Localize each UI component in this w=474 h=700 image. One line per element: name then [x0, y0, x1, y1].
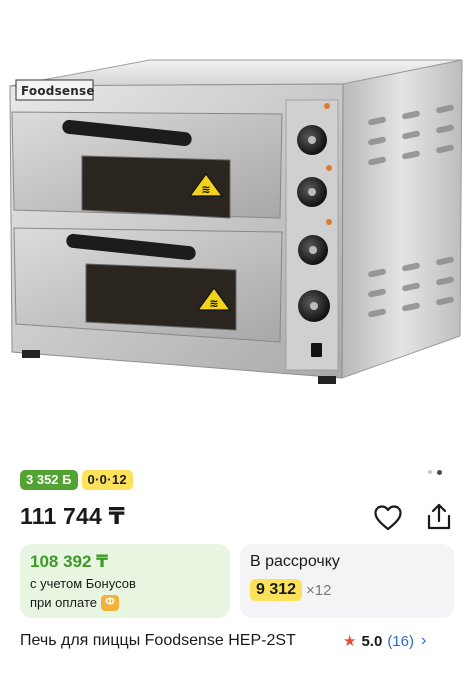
- gallery-dot-active[interactable]: [437, 469, 442, 475]
- gallery-pagination[interactable]: [428, 469, 442, 475]
- installment-card[interactable]: В рассрочку 9 312 ×12: [240, 544, 454, 618]
- svg-text:≋: ≋: [201, 183, 210, 196]
- share-button[interactable]: [424, 502, 454, 532]
- rating-score: 5.0: [361, 632, 383, 650]
- favorite-button[interactable]: [373, 504, 403, 532]
- product-image: ≋ ≋: [9, 59, 463, 384]
- brand-logo: Foodsense: [21, 84, 95, 98]
- heart-icon: [374, 505, 402, 531]
- product-price: 111 744 ₸: [20, 503, 125, 529]
- bank-card-icon: Ф: [100, 594, 119, 611]
- installment-amount: 9 312: [250, 579, 303, 601]
- gallery-dot[interactable]: [428, 470, 432, 474]
- share-icon: [427, 503, 451, 530]
- bonus-price: 108 392 ₸: [30, 552, 109, 571]
- reviews-count: (16): [387, 632, 414, 650]
- promo-badges: 3 352 Б 0·0·12: [20, 470, 133, 490]
- rating-link[interactable]: ★ 5.0 (16) ›: [343, 632, 426, 650]
- installment-title: В рассрочку: [250, 553, 340, 570]
- installment-months: ×12: [306, 581, 332, 599]
- bonus-note-line2-row: при оплате Ф: [30, 594, 220, 611]
- installment-badge: 0·0·12: [81, 470, 133, 490]
- bonus-note-line2: при оплате: [30, 595, 97, 610]
- svg-text:≋: ≋: [209, 297, 218, 310]
- product-image-gallery[interactable]: ≋ ≋ Foodsense: [0, 0, 474, 455]
- bonus-note-line1: с учетом Бонусов: [30, 576, 136, 591]
- star-icon: ★: [343, 633, 357, 650]
- bonus-price-card[interactable]: 108 392 ₸ с учетом Бонусов при оплате Ф: [20, 544, 230, 618]
- bonus-badge: 3 352 Б: [20, 470, 78, 490]
- product-title: Печь для пиццы Foodsense HEP-2ST: [20, 632, 296, 649]
- installment-row: 9 312 ×12: [250, 579, 444, 601]
- chevron-right-icon: ›: [421, 632, 427, 649]
